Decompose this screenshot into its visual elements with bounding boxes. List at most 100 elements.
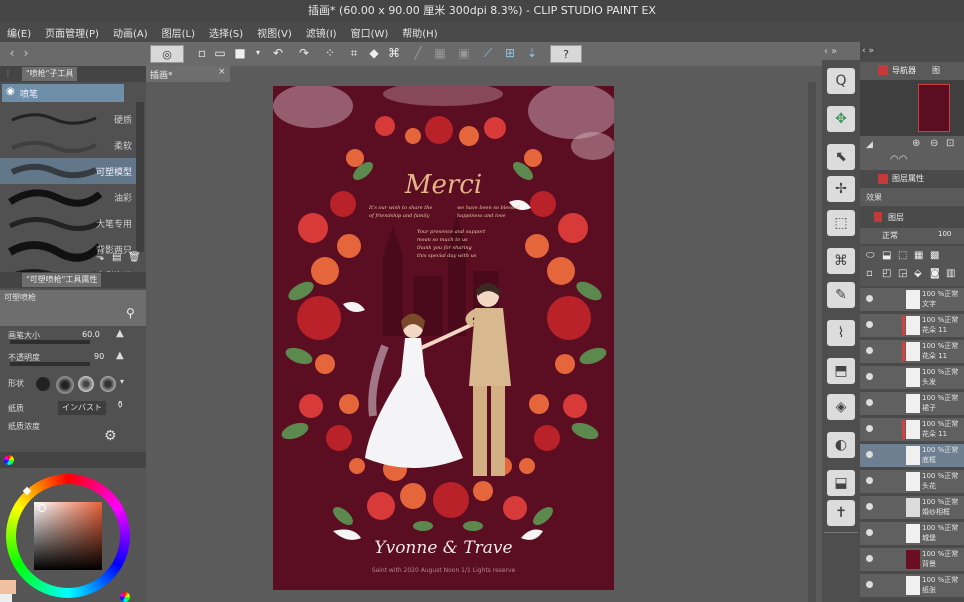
trash-icon[interactable]: 🗑 xyxy=(128,252,141,263)
new-folder-icon[interactable]: ◲ xyxy=(898,268,907,279)
chevron-down-icon[interactable]: ▾ xyxy=(250,45,266,61)
panel-expand-icon[interactable]: › xyxy=(18,45,34,61)
layer-tab[interactable]: 图层 xyxy=(888,212,904,223)
frame-disabled-icon[interactable]: ▣ xyxy=(456,45,472,61)
layer-row[interactable]: 100 %正常 背景 xyxy=(860,548,964,572)
layer-row[interactable]: 100 %正常 花朵 11 xyxy=(860,340,964,364)
layer-row[interactable]: 100 %正常 文字 xyxy=(860,288,964,312)
eye-icon[interactable] xyxy=(866,555,873,562)
panel-nav-icon[interactable]: ‹ » xyxy=(862,46,874,56)
menu-item-page-management[interactable]: 页面管理(P) xyxy=(38,25,106,40)
menu-item-edit[interactable]: 编(E) xyxy=(0,25,38,40)
color-picker-cursor[interactable] xyxy=(38,504,46,512)
select-all-icon[interactable]: ⁘ xyxy=(322,45,338,61)
airbrush-tool-icon[interactable]: ◈ xyxy=(827,394,855,420)
navigator-preview[interactable] xyxy=(860,80,964,136)
redo-icon[interactable]: ↷ xyxy=(296,45,312,61)
soft-tip-icon[interactable] xyxy=(78,376,94,392)
brush-tool-icon[interactable]: ⬒ xyxy=(827,358,855,384)
eye-icon[interactable] xyxy=(866,295,873,302)
soft-tip-icon[interactable] xyxy=(100,376,116,392)
trash-icon[interactable]: ▥ xyxy=(946,268,955,279)
pressure-icon[interactable]: ▲ xyxy=(116,350,124,361)
reference-layer-icon[interactable]: ⬓ xyxy=(882,250,891,261)
brush-group-header[interactable]: ◉ 喷笔 xyxy=(2,84,124,102)
eye-icon[interactable] xyxy=(866,321,873,328)
close-icon[interactable]: × xyxy=(218,67,226,77)
zoom-out-icon[interactable]: ◢ xyxy=(866,140,873,150)
menu-item-animation[interactable]: 动画(A) xyxy=(106,25,155,40)
eye-icon[interactable] xyxy=(866,581,873,588)
new-raster-layer-icon[interactable]: ▫ xyxy=(866,268,873,279)
move-tool-icon[interactable]: ✥ xyxy=(827,106,855,132)
opacity-slider[interactable] xyxy=(10,362,90,366)
collapse-icon[interactable]: ‹ » xyxy=(824,46,837,57)
clip-layer-icon[interactable]: ⬭ xyxy=(866,250,875,261)
menu-item-help[interactable]: 帮助(H) xyxy=(395,25,444,40)
deselect-icon[interactable]: ⌗ xyxy=(346,45,362,61)
new-vector-layer-icon[interactable]: ◰ xyxy=(882,268,891,279)
brush-item[interactable]: 柔软 xyxy=(0,132,136,158)
brush-item[interactable]: 油彩 xyxy=(0,184,136,210)
layer-property-tab[interactable]: 图层属性 xyxy=(892,173,924,184)
zoom-tool-icon[interactable]: Q xyxy=(827,68,855,94)
zoom-reset-icon[interactable]: ⊖ xyxy=(930,138,938,149)
draft-layer-icon[interactable]: ⬚ xyxy=(898,250,907,261)
eye-icon[interactable] xyxy=(866,373,873,380)
eyedropper-tool-icon[interactable]: ✎ xyxy=(827,282,855,308)
operation-tool-icon[interactable]: ⬉ xyxy=(827,144,855,170)
undo-icon[interactable]: ↶ xyxy=(270,45,286,61)
layer-row[interactable]: 100 %正常 纸张 xyxy=(860,574,964,598)
brush-item[interactable]: 硬质 xyxy=(0,106,136,132)
brush-item[interactable]: 大笔专用 xyxy=(0,210,136,236)
texture-icon[interactable]: ⚱ xyxy=(116,400,124,411)
transform-icon[interactable]: ⌘ xyxy=(386,45,402,61)
zoom-in-icon[interactable]: ⊕ xyxy=(912,138,920,149)
menu-item-layer[interactable]: 图层(L) xyxy=(155,25,202,40)
rotate-icon[interactable]: ◠◠ xyxy=(890,154,907,165)
wrench-icon[interactable]: ⚲ xyxy=(126,306,135,320)
eye-icon[interactable] xyxy=(866,425,873,432)
layer-row[interactable]: 100 %正常 花朵 11 xyxy=(860,314,964,338)
grid-disabled-icon[interactable]: ▦ xyxy=(432,45,448,61)
eye-icon[interactable] xyxy=(866,399,873,406)
settings-icon[interactable]: ⬎ xyxy=(96,252,104,263)
fill-icon[interactable]: ◆ xyxy=(366,45,382,61)
sub-view-tab[interactable]: 图 xyxy=(932,65,940,76)
brush-list-scrollbar[interactable] xyxy=(136,102,144,252)
lock-transparent-icon[interactable]: ▩ xyxy=(930,250,939,261)
tool-property-tab[interactable]: "可塑喷枪"工具属性 xyxy=(22,273,102,287)
move-layer-tool-icon[interactable]: ✢ xyxy=(827,176,855,202)
paper-select[interactable]: インバスト xyxy=(58,401,106,415)
menu-item-filter[interactable]: 滤镜(I) xyxy=(299,25,344,40)
eye-icon[interactable] xyxy=(866,347,873,354)
save-icon[interactable]: ■ xyxy=(232,45,248,61)
clip-studio-button[interactable]: ◎ xyxy=(150,45,184,63)
new-file-icon[interactable]: ▫ xyxy=(194,45,210,61)
layer-row[interactable]: 100 %正常 裙子 xyxy=(860,392,964,416)
eye-icon[interactable] xyxy=(866,503,873,510)
lock-icon[interactable]: ▦ xyxy=(914,250,923,261)
size-slider[interactable] xyxy=(10,340,90,344)
navigator-tab[interactable]: 导航器 xyxy=(892,65,916,76)
copy-icon[interactable]: ▤ xyxy=(112,252,121,263)
help-button[interactable]: ? xyxy=(550,45,582,63)
mask-icon[interactable]: ◙ xyxy=(930,268,940,279)
layer-row[interactable]: 100 %正常 花朵 11 xyxy=(860,418,964,442)
sub-color-swatch[interactable] xyxy=(0,594,12,602)
artwork[interactable]: Merci It's our wish to share the of frie… xyxy=(273,86,614,590)
eye-icon[interactable] xyxy=(866,451,873,458)
pen-disabled-icon[interactable]: ╱ xyxy=(410,45,426,61)
menu-item-view[interactable]: 视图(V) xyxy=(250,25,299,40)
open-file-icon[interactable]: ▭ xyxy=(212,45,228,61)
main-color-swatch[interactable] xyxy=(0,580,16,594)
ruler-snap-icon[interactable]: ⟋ xyxy=(480,45,496,61)
layer-row[interactable]: 100 %正常 底框 xyxy=(860,444,964,468)
layer-row[interactable]: 100 %正常 头花 xyxy=(860,470,964,494)
grid-snap-icon[interactable]: ⇣ xyxy=(524,45,540,61)
menu-item-select[interactable]: 选择(S) xyxy=(202,25,250,40)
selection-tool-icon[interactable]: ⬚ xyxy=(827,210,855,236)
pressure-icon[interactable]: ▲ xyxy=(116,328,124,339)
color-wheel-tab-icon[interactable] xyxy=(4,455,14,465)
layer-row[interactable]: 100 %正常 婚纱相框 xyxy=(860,496,964,520)
